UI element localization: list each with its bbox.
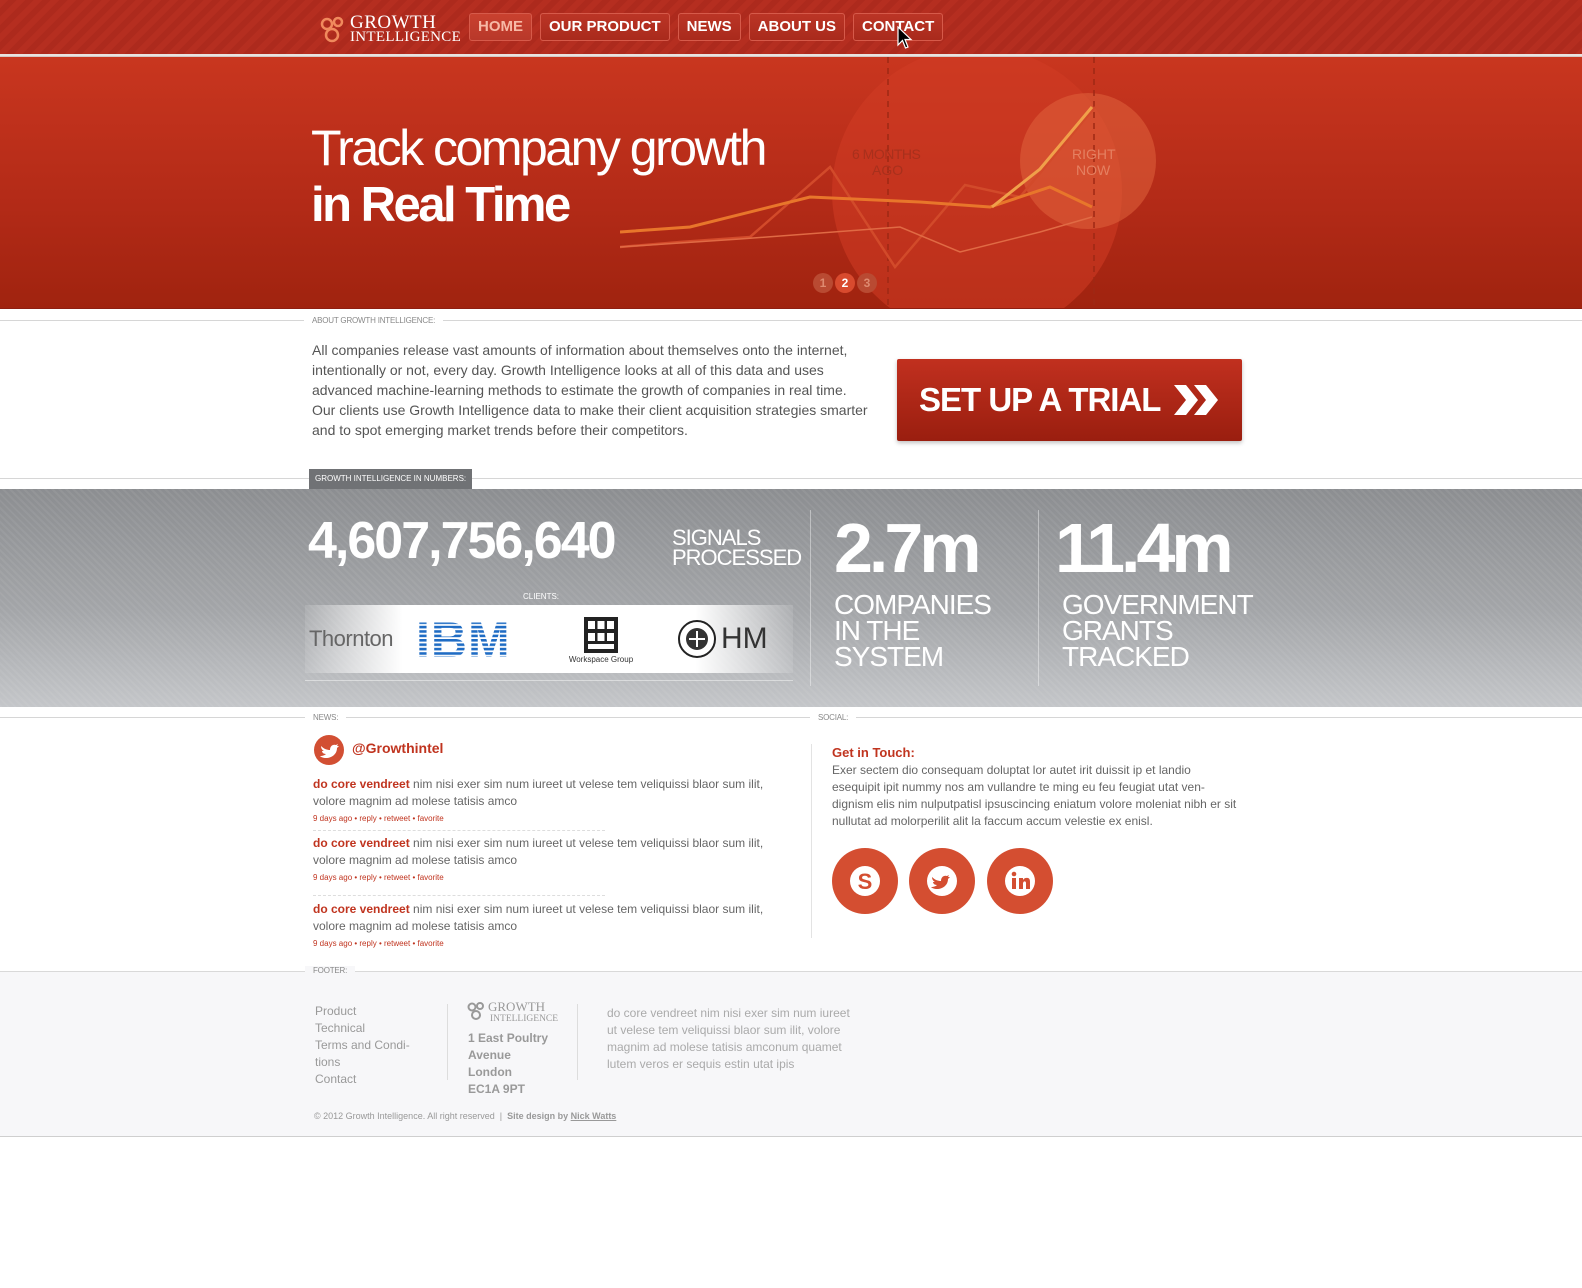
footer-link-terms[interactable]: Terms and Condi-tions	[315, 1037, 425, 1071]
footer-blurb: do core vendreet nim nisi exer sim num i…	[607, 1006, 850, 1071]
grants-label: GOVERNMENT GRANTS TRACKED	[1062, 589, 1254, 672]
footer-copyright: © 2012 Growth Intelligence. All right re…	[314, 1111, 617, 1121]
grants-value: 11.4m	[1055, 509, 1234, 587]
ibm-logo-icon: IBM	[416, 617, 511, 661]
about-divider	[0, 320, 1582, 321]
twitter-icon[interactable]	[909, 848, 975, 914]
clients-logo-carousel[interactable]: Thornton IBM Workspace Group HM	[305, 605, 793, 673]
tweet-reply-link[interactable]: reply	[359, 939, 376, 948]
numbers-divider	[0, 478, 1582, 479]
client-logo-ibm: IBM	[413, 605, 523, 673]
twitter-handle[interactable]: @Growthintel	[352, 740, 443, 756]
tweet-retweet-link[interactable]: retweet	[384, 814, 410, 823]
tweet-favorite-link[interactable]: favorite	[417, 873, 443, 882]
tweet-reply-link[interactable]: reply	[359, 814, 376, 823]
get-in-touch-title: Get in Touch:	[832, 745, 915, 760]
footer-section-label: FOOTER:	[305, 966, 356, 975]
signals-processed-value: 4,607,756,640	[308, 512, 617, 570]
set-up-trial-button[interactable]: SET UP A TRIAL	[897, 359, 1242, 441]
svg-text:NOW: NOW	[1076, 162, 1111, 178]
slide-dot-2[interactable]: 2	[835, 273, 855, 293]
footer-link-product[interactable]: Product	[315, 1003, 425, 1020]
tweet-favorite-link[interactable]: favorite	[417, 939, 443, 948]
hero-title-line2: in Real Time	[311, 178, 571, 232]
chart-label-past: 6 MONTHS	[852, 146, 921, 162]
skype-icon[interactable]: S	[832, 848, 898, 914]
get-in-touch-text: Exer sectem dio consequam doluptat lor a…	[832, 763, 1237, 828]
growth-intelligence-logo[interactable]: GROWTH INTELLIGENCE	[318, 12, 461, 46]
svg-text:AGO: AGO	[872, 162, 903, 178]
tweet-favorite-link[interactable]: favorite	[417, 814, 443, 823]
nav-home[interactable]: HOME	[469, 13, 532, 41]
svg-text:S: S	[858, 869, 873, 894]
tweet-author[interactable]: do core vendreet	[313, 902, 410, 916]
hero-title-line1: Track company growth	[311, 120, 767, 176]
tweet-item: do core vendreet nim nisi exer sim num i…	[313, 901, 783, 935]
trial-button-label: SET UP A TRIAL	[919, 381, 1161, 418]
main-nav: HOME OUR PRODUCT NEWS ABOUT US CONTACT	[469, 13, 944, 41]
companies-label: COMPANIES IN THE SYSTEM	[834, 589, 992, 672]
slide-pagination: 1 2 3	[813, 273, 877, 293]
nav-our-product[interactable]: OUR PRODUCT	[540, 13, 670, 41]
designer-link[interactable]: Nick Watts	[571, 1111, 617, 1121]
tweet-author[interactable]: do core vendreet	[313, 836, 410, 850]
tweet-meta: 9 days ago • reply • retweet • favorite	[313, 814, 444, 823]
logo-text-line2: INTELLIGENCE	[350, 29, 462, 45]
footer-address: 1 East Poultry Avenue London EC1A 9PT	[468, 1031, 549, 1096]
footer-logo[interactable]: GROWTH INTELLIGENCE	[466, 999, 558, 1029]
linkedin-icon[interactable]	[987, 848, 1053, 914]
tweet-retweet-link[interactable]: retweet	[384, 873, 410, 882]
double-chevron-right-icon	[1174, 385, 1219, 415]
news-section-label: NEWS:	[305, 713, 347, 722]
svg-text:IBM: IBM	[416, 617, 511, 661]
client-logo-workspace-group: Workspace Group	[563, 605, 639, 673]
tweet-retweet-link[interactable]: retweet	[384, 939, 410, 948]
client-logo-thornton: Thornton	[308, 626, 394, 651]
svg-text:GROWTH: GROWTH	[488, 1000, 545, 1014]
tweet-meta: 9 days ago • reply • retweet • favorite	[313, 939, 444, 948]
nav-news[interactable]: NEWS	[677, 13, 741, 41]
footer-link-technical[interactable]: Technical	[315, 1020, 425, 1037]
workspace-group-logo-icon	[584, 616, 618, 653]
mouse-cursor-icon	[897, 26, 913, 49]
hero-growth-chart-graphic: 6 MONTHS AGO RIGHT NOW	[620, 57, 1156, 308]
top-navigation-bar: GROWTH INTELLIGENCE HOME OUR PRODUCT NEW…	[0, 0, 1582, 56]
crest-icon	[678, 620, 716, 658]
news-divider	[0, 717, 1582, 718]
nav-about-us[interactable]: ABOUT US	[748, 13, 846, 41]
tweet-author[interactable]: do core vendreet	[313, 777, 410, 791]
numbers-section-label: GROWTH INTELLIGENCE IN NUMBERS:	[309, 469, 473, 489]
about-section-label: ABOUT GROWTH INTELLIGENCE:	[304, 316, 444, 325]
hero-banner: 6 MONTHS AGO RIGHT NOW Track company gro…	[0, 57, 1582, 309]
logo-mark-icon	[320, 16, 344, 43]
client-logo-hm: HM	[677, 605, 793, 673]
footer-link-contact[interactable]: Contact	[315, 1071, 425, 1088]
social-section-label: SOCIAL:	[810, 713, 857, 722]
signals-processed-label: SIGNALS PROCESSED	[672, 525, 802, 570]
tweet-reply-link[interactable]: reply	[359, 873, 376, 882]
svg-text:INTELLIGENCE: INTELLIGENCE	[490, 1014, 558, 1024]
tweet-item: do core vendreet nim nisi exer sim num i…	[313, 776, 783, 810]
footer-links: Product Technical Terms and Condi-tions …	[315, 1003, 425, 1088]
twitter-bird-icon[interactable]	[314, 735, 344, 765]
slide-dot-1[interactable]: 1	[813, 273, 833, 293]
clients-label: CLIENTS:	[523, 592, 560, 601]
numbers-band	[0, 489, 1582, 707]
tweet-meta: 9 days ago • reply • retweet • favorite	[313, 873, 444, 882]
tweet-item: do core vendreet nim nisi exer sim num i…	[313, 835, 768, 869]
about-description: All companies release vast amounts of in…	[312, 342, 868, 438]
chart-label-now: RIGHT	[1072, 146, 1116, 162]
companies-value: 2.7m	[834, 509, 982, 587]
slide-dot-3[interactable]: 3	[857, 273, 877, 293]
